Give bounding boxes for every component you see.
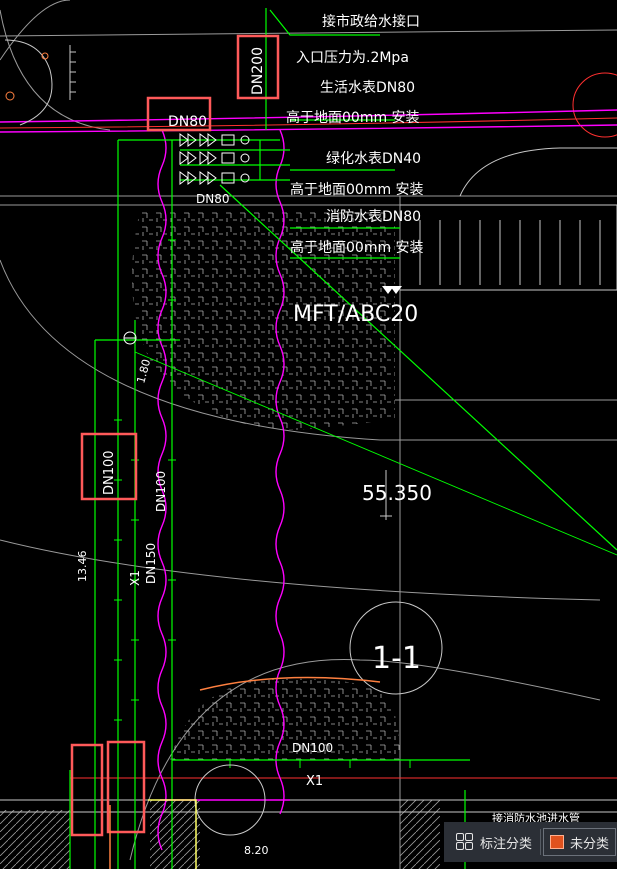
- classify-label: 标注分类: [480, 835, 533, 851]
- label-install-note-2: 高于地面00mm 安装: [290, 181, 424, 198]
- label-fire-meter: 消防水表DN80: [326, 209, 421, 225]
- building-label: MFT/ABC20: [293, 302, 418, 327]
- highlight-bottom-left-2: [106, 740, 146, 834]
- unclassified-button[interactable]: 未分类: [543, 828, 617, 856]
- pipe-label-dn200: DN200: [250, 47, 266, 95]
- label-install-note-1: 高于地面00mm 安装: [286, 109, 420, 126]
- pipe-label-x1-bottom: X1: [306, 774, 323, 789]
- label-domestic-meter: 生活水表DN80: [320, 80, 415, 96]
- label-greening-meter: 绿化水表DN40: [326, 151, 421, 167]
- pipe-label-dn80-boxed: DN80: [168, 114, 207, 130]
- toolbar-divider: [540, 829, 542, 855]
- unclassified-label: 未分类: [570, 835, 610, 851]
- dim-label-180: 1.80: [134, 358, 153, 385]
- dim-label-1346: 13.46: [76, 551, 89, 583]
- pipe-label-dn150: DN150: [144, 543, 158, 584]
- pipe-label-dn100-bottom: DN100: [292, 741, 333, 755]
- annotation-toolbar: 标注分类 未分类: [444, 822, 617, 862]
- label-inlet-pressure: 入口压力为.2Mpa: [296, 50, 409, 66]
- section-label: 1-1: [372, 641, 421, 676]
- dim-label-820: 8.20: [244, 844, 269, 857]
- unclassified-swatch: [550, 835, 565, 849]
- label-municipal-connection: 接市政给水接口: [322, 13, 420, 30]
- classify-button[interactable]: 标注分类: [450, 828, 538, 856]
- cad-drawing: 接市政给水接口 入口压力为.2Mpa 生活水表DN80 高于地面00mm 安装 …: [0, 0, 617, 869]
- pipe-label-dn100-boxed: DN100: [102, 450, 117, 495]
- classify-grid-icon: [456, 833, 474, 851]
- elevation-label: 55.350: [362, 481, 432, 505]
- label-install-note-3: 高于地面00mm 安装: [290, 239, 424, 256]
- pipe-label-x1-vertical: X1: [128, 570, 142, 586]
- pipe-label-dn100-vertical: DN100: [154, 471, 168, 512]
- pipe-label-dn80-lower: DN80: [196, 192, 230, 206]
- highlight-bottom-left-1: [70, 743, 104, 837]
